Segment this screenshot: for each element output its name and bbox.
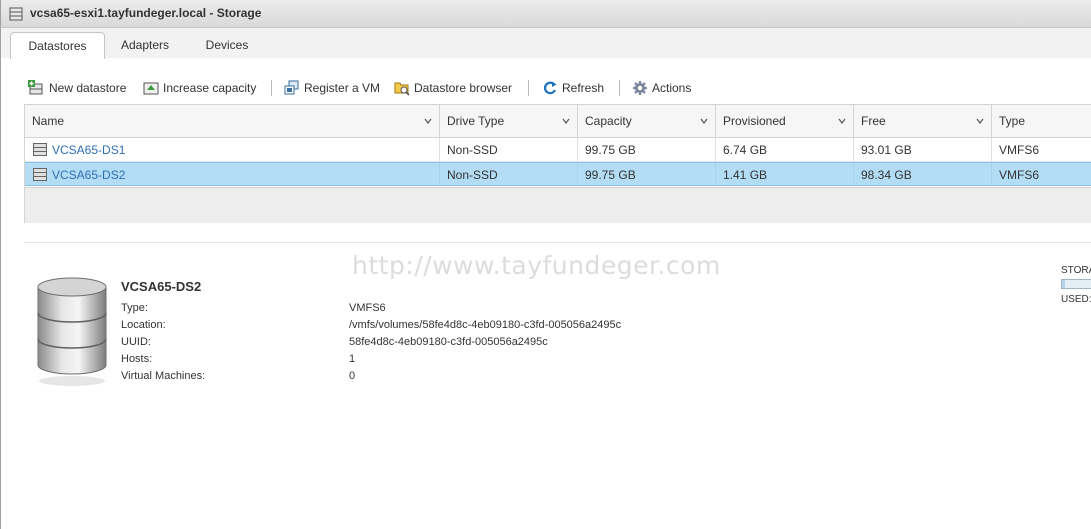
refresh-icon — [543, 81, 557, 95]
toolbar-separator — [528, 80, 529, 96]
property-value-virtual-machines: 0 — [349, 370, 356, 382]
actions-button[interactable]: Actions — [632, 78, 698, 98]
pane-border — [0, 58, 1, 529]
drive-type-cell: Non-SSD — [440, 163, 578, 186]
new-datastore-icon — [28, 80, 43, 95]
datastores-grid: Name Drive Type Capacity Provisioned Fre… — [24, 104, 1091, 223]
property-value-uuid: 58fe4d8c-4eb09180-c3fd-005056a2495c — [349, 336, 548, 348]
new-datastore-button[interactable]: New datastore — [28, 78, 132, 98]
chevron-down-icon[interactable] — [976, 117, 984, 125]
register-vm-label: Register a VM — [304, 81, 381, 95]
column-header-label: Drive Type — [447, 114, 505, 128]
detail-title: VCSA65-DS2 — [121, 279, 202, 294]
table-row[interactable]: VCSA65-DS1 Non-SSD 99.75 GB 6.74 GB 93.0… — [25, 138, 1091, 162]
property-value-hosts: 1 — [349, 353, 356, 365]
increase-capacity-icon — [143, 82, 159, 95]
chevron-down-icon[interactable] — [562, 117, 570, 125]
tab-devices[interactable]: Devices — [193, 32, 261, 58]
column-header-label: Capacity — [585, 114, 632, 128]
column-header-provisioned[interactable]: Provisioned — [716, 105, 854, 137]
property-value-location: /vmfs/volumes/58fe4d8c-4eb09180-c3fd-005… — [349, 319, 622, 331]
column-header-type[interactable]: Type — [992, 105, 1091, 137]
type-cell: VMFS6 — [999, 168, 1040, 182]
actions-label: Actions — [652, 81, 692, 95]
pane-divider — [24, 242, 1091, 243]
datastore-browser-button[interactable]: Datastore browser — [394, 78, 518, 98]
window-title: vcsa65-esxi1.tayfundeger.local - Storage — [30, 6, 262, 20]
gear-icon — [633, 81, 647, 95]
chevron-down-icon[interactable] — [424, 117, 432, 125]
chevron-down-icon[interactable] — [700, 117, 708, 125]
chevron-down-icon[interactable] — [838, 117, 846, 125]
property-value-type: VMFS6 — [349, 302, 386, 314]
column-header-capacity[interactable]: Capacity — [578, 105, 716, 137]
datastore-icon — [33, 168, 47, 181]
column-header-name[interactable]: Name — [25, 105, 440, 137]
capacity-cell: 99.75 GB — [578, 163, 716, 186]
column-header-label: Provisioned — [723, 114, 786, 128]
datastore-icon — [33, 143, 47, 156]
datastore-name-cell[interactable]: VCSA65-DS1 — [25, 138, 440, 161]
toolbar-separator — [271, 80, 272, 96]
provisioned-cell: 1.41 GB — [716, 163, 854, 186]
column-header-free[interactable]: Free — [854, 105, 992, 137]
grid-footer — [25, 187, 1091, 223]
column-header-label: Name — [32, 114, 65, 128]
property-label-location: Location: — [121, 319, 166, 331]
column-header-label: Free — [861, 114, 886, 128]
free-cell: 98.34 GB — [854, 163, 992, 186]
storage-usage-bar — [1061, 279, 1091, 289]
table-row-selected[interactable]: VCSA65-DS2 Non-SSD 99.75 GB 1.41 GB 98.3… — [25, 162, 1091, 186]
type-cell: VMFS6 — [999, 143, 1040, 157]
grid-header: Name Drive Type Capacity Provisioned Fre… — [25, 105, 1091, 138]
property-label-virtual-machines: Virtual Machines: — [121, 370, 206, 382]
register-vm-icon — [284, 80, 299, 95]
datastore-toolbar: New datastore Increase capacity Register… — [28, 78, 1091, 98]
refresh-button[interactable]: Refresh — [542, 78, 608, 98]
tab-datastores[interactable]: Datastores — [10, 32, 105, 59]
property-label-hosts: Hosts: — [121, 353, 153, 365]
increase-capacity-button[interactable]: Increase capacity — [143, 78, 263, 98]
free-cell: 93.01 GB — [854, 138, 992, 161]
datastore-browser-label: Datastore browser — [414, 81, 513, 95]
datastore-name[interactable]: VCSA65-DS1 — [52, 138, 125, 162]
window-titlebar: vcsa65-esxi1.tayfundeger.local - Storage — [0, 0, 1091, 28]
tab-strip: Datastores Adapters Devices — [0, 28, 1091, 59]
new-datastore-label: New datastore — [49, 81, 127, 95]
datastore-name-cell[interactable]: VCSA65-DS2 — [25, 163, 440, 186]
property-label-uuid: UUID: — [121, 336, 151, 348]
column-header-drive-type[interactable]: Drive Type — [440, 105, 578, 137]
storage-icon — [9, 7, 23, 21]
refresh-label: Refresh — [562, 81, 605, 95]
database-icon — [37, 277, 107, 386]
provisioned-cell: 6.74 GB — [716, 138, 854, 161]
datastore-browser-icon — [394, 82, 410, 96]
register-vm-button[interactable]: Register a VM — [284, 78, 384, 98]
property-label-type: Type: — [121, 302, 148, 314]
used-label: USED: — [1061, 294, 1091, 305]
tab-adapters[interactable]: Adapters — [109, 32, 181, 58]
datastore-name[interactable]: VCSA65-DS2 — [52, 163, 125, 187]
watermark-text: http://www.tayfundeger.com — [352, 251, 721, 280]
drive-type-cell: Non-SSD — [440, 138, 578, 161]
increase-capacity-label: Increase capacity — [163, 81, 257, 95]
storage-usage-fill — [1062, 280, 1065, 288]
column-header-label: Type — [999, 114, 1026, 128]
toolbar-separator — [619, 80, 620, 96]
storage-label: STORA — [1061, 265, 1091, 276]
capacity-cell: 99.75 GB — [578, 138, 716, 161]
